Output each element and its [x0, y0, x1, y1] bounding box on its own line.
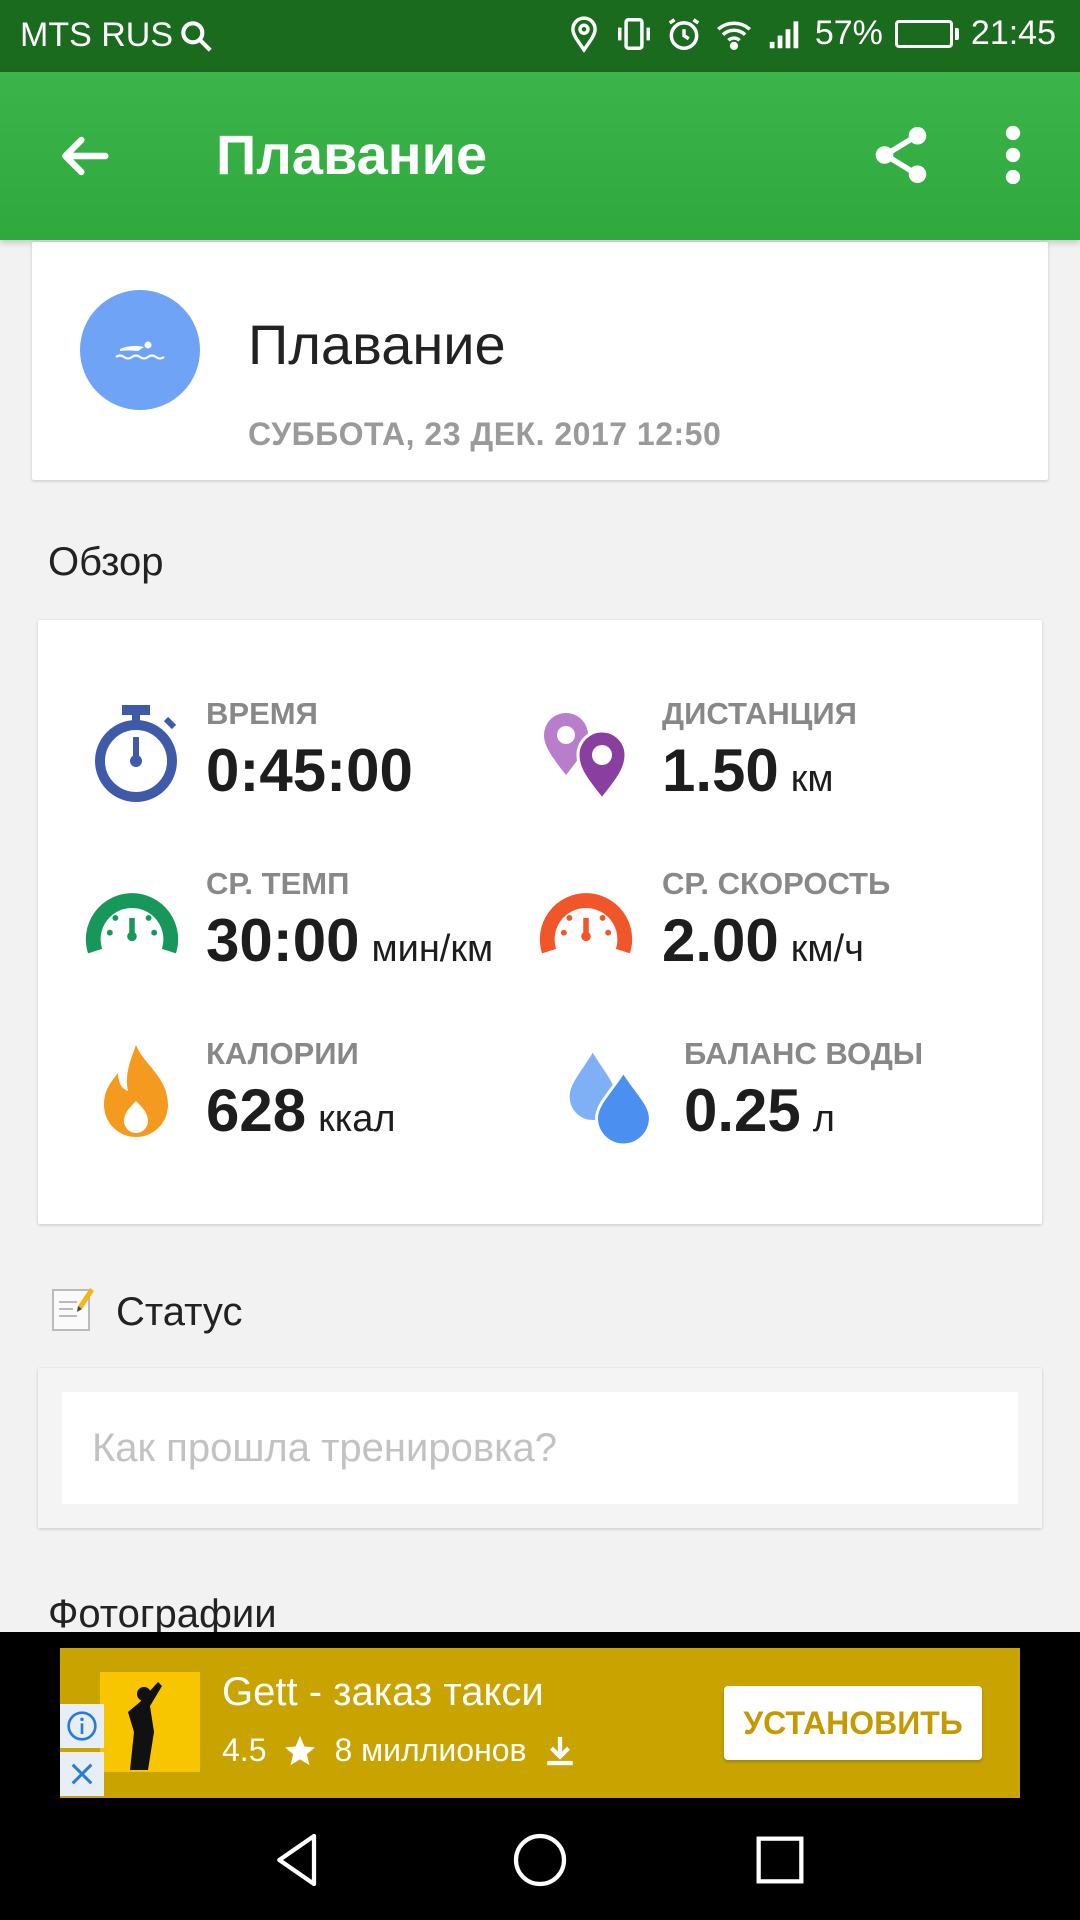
navigation-bar — [0, 1800, 1080, 1920]
overview-title: Обзор — [48, 540, 164, 584]
status-bar: MTS RUS 57% 21:45 — [0, 0, 1080, 72]
activity-date: СУББОТА, 23 ДЕК. 2017 12:50 — [248, 416, 722, 452]
signal-icon — [769, 20, 799, 48]
battery-percent: 57% — [814, 14, 883, 52]
activity-header-card: Плавание СУББОТА, 23 ДЕК. 2017 12:50 — [32, 242, 1048, 480]
back-arrow-icon[interactable] — [52, 124, 116, 188]
ad-title[interactable]: Gett - заказ такси — [222, 1670, 544, 1715]
metric-value: 0.25 — [684, 1077, 801, 1144]
metric-label: КАЛОРИИ — [206, 1036, 359, 1071]
photos-title: Фотографии — [48, 1592, 277, 1636]
note-pencil-icon — [52, 1288, 94, 1331]
clock: 21:45 — [970, 14, 1056, 52]
water-drops-icon — [569, 1052, 652, 1147]
metric-unit: мин/км — [371, 928, 494, 970]
metric-label: БАЛАНС ВОДЫ — [684, 1036, 924, 1071]
pace-gauge-icon — [85, 893, 179, 954]
carrier-label: MTS RUS — [20, 16, 173, 54]
metric-unit: км — [790, 758, 834, 800]
activity-name: Плавание — [248, 313, 506, 376]
metric-value: 2.00 — [662, 907, 779, 974]
close-icon — [71, 1763, 93, 1785]
alarm-icon — [668, 17, 700, 50]
ad-downloads: 8 миллионов — [334, 1732, 527, 1768]
overview-card: ВРЕМЯ 0:45:00 ДИСТАНЦИЯ 1.50 км СР. ТЕМП … — [38, 620, 1042, 1224]
nav-back-icon[interactable] — [266, 1828, 330, 1892]
ad-info-button[interactable] — [60, 1704, 104, 1748]
metric-label: ВРЕМЯ — [206, 696, 318, 731]
download-icon — [546, 1736, 573, 1765]
metric-value: 30:00 — [206, 907, 360, 974]
metric-value: 628 — [206, 1077, 307, 1144]
nav-recents-icon[interactable] — [748, 1828, 812, 1892]
app-bar: Плавание — [0, 72, 1080, 240]
ad-banner-area: Gett - заказ такси 4.5 8 миллионов УСТАН… — [0, 1632, 1080, 1800]
metric-unit: км/ч — [790, 928, 864, 970]
ad-install-button[interactable]: УСТАНОВИТЬ — [724, 1686, 982, 1760]
search-icon — [181, 20, 212, 52]
gett-logo-icon — [128, 1682, 162, 1770]
ad-banner[interactable]: Gett - заказ такси 4.5 8 миллионов УСТАН… — [60, 1648, 1020, 1798]
share-icon[interactable] — [868, 122, 934, 188]
metric-unit: л — [812, 1098, 835, 1140]
toolbar-title: Плавание — [216, 123, 488, 186]
vibrate-icon — [617, 17, 650, 50]
more-vert-icon[interactable] — [990, 122, 1036, 188]
metric-value: 0:45:00 — [206, 737, 413, 804]
metric-value: 1.50 — [662, 737, 779, 804]
status-input[interactable] — [62, 1392, 1018, 1504]
activity-avatar — [80, 290, 200, 410]
speed-gauge-icon — [539, 893, 633, 954]
ad-close-button[interactable] — [60, 1752, 104, 1796]
star-icon — [285, 1735, 316, 1765]
wifi-icon — [716, 21, 751, 50]
flame-icon — [104, 1045, 168, 1137]
ad-app-icon[interactable] — [100, 1672, 200, 1772]
status-title: Статус — [116, 1290, 243, 1334]
ad-rating: 4.5 — [222, 1732, 267, 1768]
stopwatch-icon — [95, 705, 177, 802]
ad-rating-row: 4.5 8 миллионов — [222, 1732, 577, 1769]
nav-home-icon[interactable] — [508, 1828, 572, 1892]
swimmer-icon — [115, 341, 165, 360]
metric-unit: ккал — [318, 1098, 396, 1140]
location-icon — [571, 16, 597, 53]
metric-label: СР. ТЕМП — [206, 866, 350, 901]
metric-label: СР. СКОРОСТЬ — [662, 866, 891, 901]
metric-label: ДИСТАНЦИЯ — [662, 696, 857, 731]
info-icon — [67, 1711, 97, 1741]
map-pin-icon — [544, 713, 628, 802]
status-card — [38, 1368, 1042, 1528]
battery-charging-icon — [894, 19, 959, 48]
